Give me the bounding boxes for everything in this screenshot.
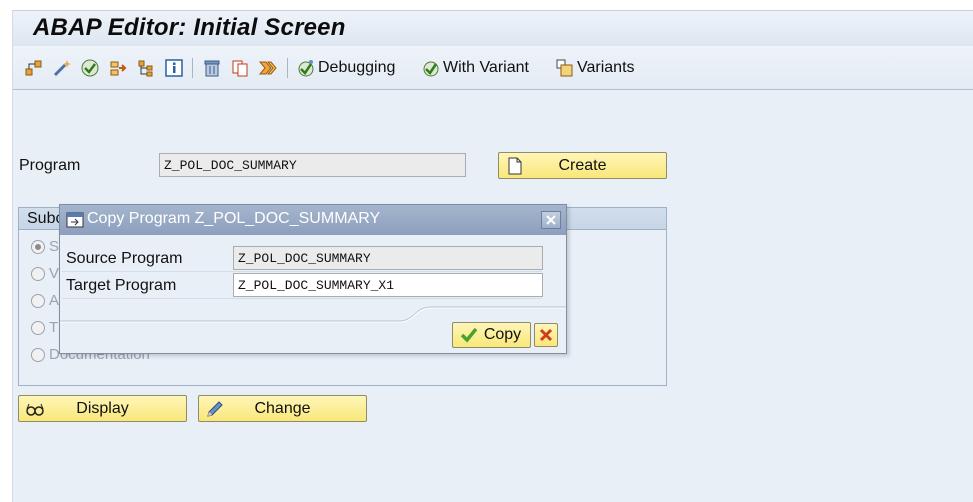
create-button[interactable]: Create [498,152,667,179]
debug-icon [298,60,314,77]
tree-icon[interactable] [135,57,157,79]
with-variant-button[interactable]: With Variant [421,56,529,80]
copy-button[interactable]: Copy [452,322,531,348]
where-used-icon[interactable] [107,57,129,79]
program-input[interactable]: Z_POL_DOC_SUMMARY [159,153,466,177]
radio-attributes[interactable] [31,294,45,308]
copy-program-dialog: Copy Program Z_POL_DOC_SUMMARY Source Pr… [59,204,567,354]
variants-label: Variants [577,59,635,76]
radio-variants[interactable] [31,267,45,281]
toolbar-separator [287,58,288,78]
toolbar-separator [192,58,193,78]
program-label: Program [19,157,81,174]
magic-wand-icon[interactable] [51,57,73,79]
copy-icon[interactable] [229,57,251,79]
abap-editor-window: ABAP Editor: Initial Screen Debugging Wi… [12,10,973,502]
execute-variant-icon [423,61,439,77]
cancel-button[interactable] [534,323,558,347]
dialog-window-icon [66,212,84,228]
row-divider [62,298,542,299]
display-button[interactable]: Display [18,395,187,422]
radio-label-3: T [49,319,59,336]
check-icon[interactable] [79,57,101,79]
radio-label-1: V [49,265,60,282]
source-program-input[interactable]: Z_POL_DOC_SUMMARY [233,246,543,270]
variants-button[interactable]: Variants [555,56,635,80]
application-toolbar: Debugging With Variant Variants [13,46,973,90]
subobjects-title: Subc [27,210,64,227]
target-program-input[interactable]: Z_POL_DOC_SUMMARY_X1 [233,273,543,297]
close-icon [546,215,556,225]
glasses-icon [26,403,44,416]
target-program-label: Target Program [66,277,177,294]
row-divider [62,271,542,272]
dialog-title-bar[interactable]: Copy Program Z_POL_DOC_SUMMARY [60,205,566,235]
title-bar: ABAP Editor: Initial Screen [13,10,973,46]
activate-icon[interactable] [257,57,279,79]
info-icon[interactable] [163,57,185,79]
with-variant-label: With Variant [443,59,529,76]
change-button[interactable]: Change [198,395,367,422]
source-program-label: Source Program [66,250,183,267]
radio-label-0: S [49,238,60,255]
dialog-close-button[interactable] [541,211,561,229]
cancel-icon [539,328,553,342]
checkmark-icon [460,327,478,343]
radio-label-2: A [49,292,60,309]
radio-source-code[interactable] [31,240,45,254]
dialog-title: Copy Program Z_POL_DOC_SUMMARY [87,210,381,227]
trash-icon[interactable] [201,57,223,79]
hierarchy-icon[interactable] [23,57,45,79]
new-document-icon [508,157,522,175]
debugging-button[interactable]: Debugging [296,56,395,80]
radio-documentation[interactable] [31,348,45,362]
radio-text-elements[interactable] [31,321,45,335]
debugging-label: Debugging [318,59,396,76]
pencil-icon [207,401,223,417]
page-title: ABAP Editor: Initial Screen [33,14,346,41]
variants-icon [556,59,573,77]
